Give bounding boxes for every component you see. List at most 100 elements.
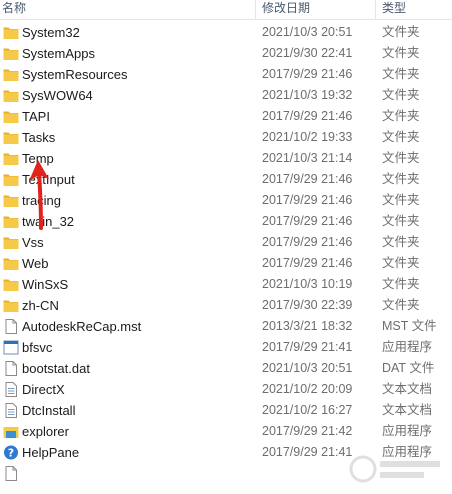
file-row[interactable]: zh-CN 2017/9/30 22:39 文件夹	[0, 295, 452, 316]
column-divider[interactable]	[375, 0, 376, 19]
folder-icon	[3, 214, 19, 229]
file-name: TextInput	[22, 172, 75, 187]
file-type: 应用程序	[382, 340, 433, 354]
file-modified-date: 2017/9/29 21:46	[262, 172, 353, 186]
file-name: Web	[22, 256, 49, 271]
file-type: MST 文件	[382, 319, 437, 333]
watermark-logo-icon	[349, 455, 440, 483]
file-modified-date: 2017/9/29 21:41	[262, 340, 353, 354]
folder-icon	[3, 67, 19, 82]
column-header-date[interactable]: 修改日期	[262, 0, 310, 19]
file-modified-date: 2017/9/29 21:46	[262, 109, 353, 123]
file-name: bfsvc	[22, 340, 53, 355]
file-row[interactable]: System32 2021/10/3 20:51 文件夹	[0, 22, 452, 43]
file-row[interactable]: explorer 2017/9/29 21:42 应用程序	[0, 421, 452, 442]
file-type: 文件夹	[382, 25, 420, 39]
app-icon	[3, 340, 19, 355]
text-document-icon	[3, 403, 19, 418]
file-type: 文件夹	[382, 109, 420, 123]
file-modified-date: 2013/3/21 18:32	[262, 319, 353, 333]
file-type: 文件夹	[382, 193, 420, 207]
file-modified-date: 2021/10/3 19:32	[262, 88, 353, 102]
file-row[interactable]: DtcInstall 2021/10/2 16:27 文本文档	[0, 400, 452, 421]
folder-icon	[3, 193, 19, 208]
folder-icon	[3, 256, 19, 271]
file-type: 文件夹	[382, 151, 420, 165]
file-type: 文件夹	[382, 46, 420, 60]
file-modified-date: 2021/10/3 20:51	[262, 25, 353, 39]
folder-icon	[3, 46, 19, 61]
svg-text:?: ?	[8, 447, 14, 460]
file-modified-date: 2021/10/3 10:19	[262, 277, 353, 291]
file-row[interactable]: Vss 2017/9/29 21:46 文件夹	[0, 232, 452, 253]
explorer-folder-icon	[3, 424, 19, 439]
folder-icon	[3, 130, 19, 145]
file-row[interactable]: Web 2017/9/29 21:46 文件夹	[0, 253, 452, 274]
file-row[interactable]: Temp 2021/10/3 21:14 文件夹	[0, 148, 452, 169]
file-name: zh-CN	[22, 298, 59, 313]
folder-icon	[3, 277, 19, 292]
file-name: bootstat.dat	[22, 361, 90, 376]
file-type: DAT 文件	[382, 361, 435, 375]
file-type: 文本文档	[382, 403, 433, 417]
file-name: DirectX	[22, 382, 65, 397]
file-type: 文件夹	[382, 172, 420, 186]
file-name: tracing	[22, 193, 62, 208]
file-name: System32	[22, 25, 80, 40]
file-row[interactable]: AutodeskReCap.mst 2013/3/21 18:32 MST 文件	[0, 316, 452, 337]
file-modified-date: 2017/9/29 21:42	[262, 424, 353, 438]
file-row[interactable]: twain_32 2017/9/29 21:46 文件夹	[0, 211, 452, 232]
file-name: SystemApps	[22, 46, 95, 61]
file-name: DtcInstall	[22, 403, 76, 418]
file-row[interactable]: Tasks 2021/10/2 19:33 文件夹	[0, 127, 452, 148]
file-modified-date: 2017/9/29 21:41	[262, 445, 353, 459]
file-row[interactable]: SystemApps 2021/9/30 22:41 文件夹	[0, 43, 452, 64]
file-modified-date: 2017/9/29 21:46	[262, 256, 353, 270]
file-row[interactable]: bootstat.dat 2021/10/3 20:51 DAT 文件	[0, 358, 452, 379]
file-row[interactable]: SystemResources 2017/9/29 21:46 文件夹	[0, 64, 452, 85]
document-icon	[3, 319, 19, 334]
file-modified-date: 2017/9/29 21:46	[262, 214, 353, 228]
column-header-name[interactable]: 名称	[2, 0, 26, 19]
file-name: TAPI	[22, 109, 50, 124]
file-name: explorer	[22, 424, 69, 439]
file-type: 文件夹	[382, 298, 420, 312]
file-modified-date: 2021/10/3 21:14	[262, 151, 353, 165]
file-name: Tasks	[22, 130, 56, 145]
folder-icon	[3, 25, 19, 40]
file-row[interactable]: WinSxS 2021/10/3 10:19 文件夹	[0, 274, 452, 295]
folder-icon	[3, 298, 19, 313]
file-name: SystemResources	[22, 67, 128, 82]
folder-icon	[3, 88, 19, 103]
file-name: Vss	[22, 235, 44, 250]
folder-icon	[3, 151, 19, 166]
file-modified-date: 2017/9/30 22:39	[262, 298, 353, 312]
file-row[interactable]: bfsvc 2017/9/29 21:41 应用程序	[0, 337, 452, 358]
folder-icon	[3, 172, 19, 187]
file-row[interactable]: SysWOW64 2021/10/3 19:32 文件夹	[0, 85, 452, 106]
help-icon: ?	[3, 445, 19, 460]
file-type: 文件夹	[382, 256, 420, 270]
file-modified-date: 2017/9/29 21:46	[262, 193, 353, 207]
column-divider[interactable]	[255, 0, 256, 19]
file-name: twain_32	[22, 214, 75, 229]
file-row[interactable]: tracing 2017/9/29 21:46 文件夹	[0, 190, 452, 211]
document-icon	[3, 466, 19, 481]
file-row[interactable]: DirectX 2021/10/2 20:09 文本文档	[0, 379, 452, 400]
file-name: SysWOW64	[22, 88, 93, 103]
file-row[interactable]: TAPI 2017/9/29 21:46 文件夹	[0, 106, 452, 127]
folder-icon	[3, 109, 19, 124]
file-type: 文件夹	[382, 214, 420, 228]
file-modified-date: 2017/9/29 21:46	[262, 235, 353, 249]
text-document-icon	[3, 382, 19, 397]
file-modified-date: 2021/10/2 19:33	[262, 130, 353, 144]
file-row[interactable]: TextInput 2017/9/29 21:46 文件夹	[0, 169, 452, 190]
column-header-type[interactable]: 类型	[382, 0, 406, 19]
file-type: 文件夹	[382, 130, 420, 144]
file-type: 文件夹	[382, 277, 420, 291]
file-modified-date: 2021/10/2 20:09	[262, 382, 353, 396]
file-modified-date: 2021/10/2 16:27	[262, 403, 353, 417]
file-modified-date: 2021/9/30 22:41	[262, 46, 353, 60]
file-modified-date: 2017/9/29 21:46	[262, 67, 353, 81]
column-header-bar: 名称 修改日期 类型	[0, 0, 452, 20]
